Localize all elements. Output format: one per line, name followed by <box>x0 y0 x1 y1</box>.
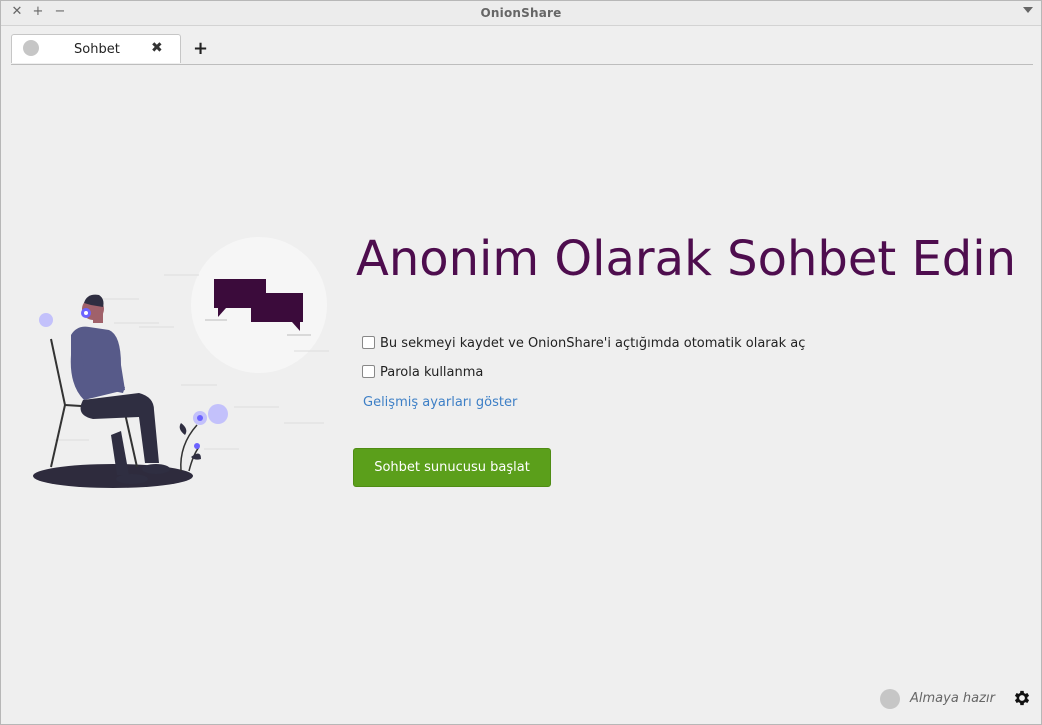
page-title: Anonim Olarak Sohbet Edin <box>356 231 1017 287</box>
tab-chat[interactable]: Sohbet ✖ <box>11 34 181 63</box>
no-password-label: Parola kullanma <box>380 365 484 380</box>
autostart-checkbox[interactable] <box>362 336 375 349</box>
chat-illustration <box>33 237 329 488</box>
status-text: Almaya hazır <box>910 691 995 706</box>
advanced-settings-link[interactable]: Gelişmiş ayarları göster <box>363 395 517 410</box>
new-tab-button[interactable]: + <box>193 38 208 59</box>
window-menu-icon[interactable] <box>1023 7 1033 13</box>
titlebar: ✕ + − OnionShare <box>1 1 1041 26</box>
tab-label: Sohbet <box>74 42 120 57</box>
autostart-option[interactable]: Bu sekmeyi kaydet ve OnionShare'i açtığı… <box>362 336 805 352</box>
no-password-checkbox[interactable] <box>362 365 375 378</box>
app-window: ✕ + − OnionShare Sohbet ✖ + Anonim Olara… <box>0 0 1042 725</box>
tab-status-icon <box>23 40 39 56</box>
tab-bar: Sohbet ✖ + <box>11 34 1033 65</box>
autostart-label: Bu sekmeyi kaydet ve OnionShare'i açtığı… <box>380 336 806 351</box>
no-password-option[interactable]: Parola kullanma <box>362 365 483 381</box>
close-icon[interactable]: ✖ <box>151 40 163 56</box>
status-indicator-icon <box>880 689 900 709</box>
start-chat-server-button[interactable]: Sohbet sunucusu başlat <box>353 448 551 487</box>
window-title: OnionShare <box>480 6 562 20</box>
gear-icon[interactable] <box>1012 688 1032 708</box>
